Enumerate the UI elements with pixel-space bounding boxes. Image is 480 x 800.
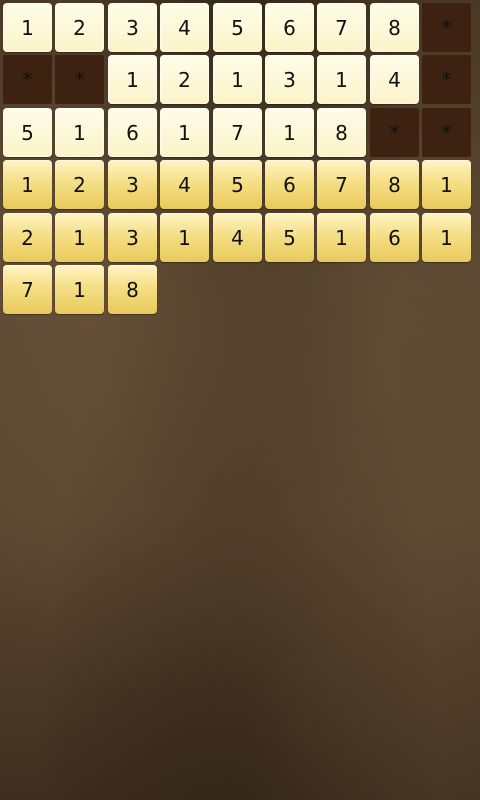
tile-value: 8 [388, 172, 401, 197]
tile-value: 7 [21, 277, 34, 302]
number-tile[interactable]: 7 [3, 265, 52, 314]
number-tile[interactable]: 3 [108, 3, 157, 52]
number-tile[interactable]: 1 [422, 213, 471, 262]
number-tile[interactable]: 1 [317, 213, 366, 262]
number-tile[interactable]: 7 [317, 160, 366, 209]
tile-value: 1 [73, 120, 86, 145]
tile-value: 1 [335, 67, 348, 92]
number-tile[interactable]: 4 [213, 213, 262, 262]
number-tile[interactable]: 1 [3, 3, 52, 52]
tile-value: 8 [388, 15, 401, 40]
number-tile[interactable]: 1 [160, 108, 209, 157]
number-tile[interactable]: 2 [160, 55, 209, 104]
number-tile[interactable]: 6 [370, 213, 419, 262]
tile-value: 1 [73, 225, 86, 250]
tile-value: 6 [283, 15, 296, 40]
tile-value: 6 [283, 172, 296, 197]
tile-value: 3 [126, 225, 139, 250]
number-tile[interactable]: 1 [55, 213, 104, 262]
number-tile[interactable]: 5 [3, 108, 52, 157]
tile-value: 2 [21, 225, 34, 250]
tile-value: 1 [440, 172, 453, 197]
tile-value: 4 [178, 15, 191, 40]
number-tile[interactable]: 8 [370, 160, 419, 209]
tile-value: 4 [178, 172, 191, 197]
number-tile[interactable]: 5 [213, 3, 262, 52]
struck-number-tile: * [422, 55, 471, 104]
number-tile[interactable]: 4 [160, 160, 209, 209]
tile-value: 1 [126, 67, 139, 92]
number-tile[interactable]: 7 [213, 108, 262, 157]
tile-value: 1 [21, 15, 34, 40]
tile-value: * [389, 120, 400, 145]
tile-value: 2 [73, 15, 86, 40]
tile-value: 3 [126, 172, 139, 197]
tile-value: 1 [73, 277, 86, 302]
tile-value: 2 [73, 172, 86, 197]
number-tile[interactable]: 6 [265, 3, 314, 52]
tile-value: 1 [283, 120, 296, 145]
number-tile[interactable]: 5 [213, 160, 262, 209]
tile-value: 8 [126, 277, 139, 302]
number-tile[interactable]: 8 [370, 3, 419, 52]
tile-value: 6 [388, 225, 401, 250]
number-tile[interactable]: 3 [265, 55, 314, 104]
number-tile[interactable]: 1 [55, 108, 104, 157]
tile-value: 1 [231, 67, 244, 92]
tile-value: 5 [231, 172, 244, 197]
number-tile[interactable]: 8 [317, 108, 366, 157]
tile-value: * [74, 67, 85, 92]
tile-value: * [441, 120, 452, 145]
tile-value: 8 [335, 120, 348, 145]
struck-number-tile: * [3, 55, 52, 104]
tile-value: * [22, 67, 33, 92]
number-tile[interactable]: 6 [108, 108, 157, 157]
tile-value: 1 [440, 225, 453, 250]
number-tile[interactable]: 3 [108, 213, 157, 262]
struck-number-tile: * [370, 108, 419, 157]
number-tile[interactable]: 1 [108, 55, 157, 104]
tile-value: 5 [283, 225, 296, 250]
tile-value: * [441, 67, 452, 92]
tile-value: 4 [388, 67, 401, 92]
tile-value: 4 [231, 225, 244, 250]
tile-value: 1 [21, 172, 34, 197]
number-tile[interactable]: 1 [317, 55, 366, 104]
tile-value: 7 [335, 172, 348, 197]
tile-value: 3 [126, 15, 139, 40]
number-grid-board: 1 2 3 4 5 6 7 8 * * * 1 2 1 3 1 4 * 5 1 6 1 7 1 8 * * 1 2 3 4 5 6 7 8 1 2 1 3 1… [0, 0, 480, 800]
number-tile[interactable]: 6 [265, 160, 314, 209]
number-tile[interactable]: 2 [55, 3, 104, 52]
number-tile[interactable]: 1 [160, 213, 209, 262]
tile-value: * [441, 15, 452, 40]
number-tile[interactable]: 1 [265, 108, 314, 157]
struck-number-tile: * [422, 108, 471, 157]
tile-value: 7 [335, 15, 348, 40]
tile-value: 2 [178, 67, 191, 92]
tile-value: 3 [283, 67, 296, 92]
number-tile[interactable]: 3 [108, 160, 157, 209]
tile-value: 1 [178, 225, 191, 250]
number-tile[interactable]: 4 [370, 55, 419, 104]
number-tile[interactable]: 7 [317, 3, 366, 52]
tile-value: 5 [21, 120, 34, 145]
tile-value: 7 [231, 120, 244, 145]
number-tile[interactable]: 4 [160, 3, 209, 52]
struck-number-tile: * [55, 55, 104, 104]
number-tile[interactable]: 1 [55, 265, 104, 314]
number-tile[interactable]: 2 [55, 160, 104, 209]
tile-value: 1 [178, 120, 191, 145]
tile-value: 1 [335, 225, 348, 250]
number-tile[interactable]: 5 [265, 213, 314, 262]
tile-value: 6 [126, 120, 139, 145]
number-tile[interactable]: 1 [213, 55, 262, 104]
number-tile[interactable]: 8 [108, 265, 157, 314]
tile-value: 5 [231, 15, 244, 40]
number-tile[interactable]: 2 [3, 213, 52, 262]
number-tile[interactable]: 1 [422, 160, 471, 209]
struck-number-tile: * [422, 3, 471, 52]
number-tile[interactable]: 1 [3, 160, 52, 209]
